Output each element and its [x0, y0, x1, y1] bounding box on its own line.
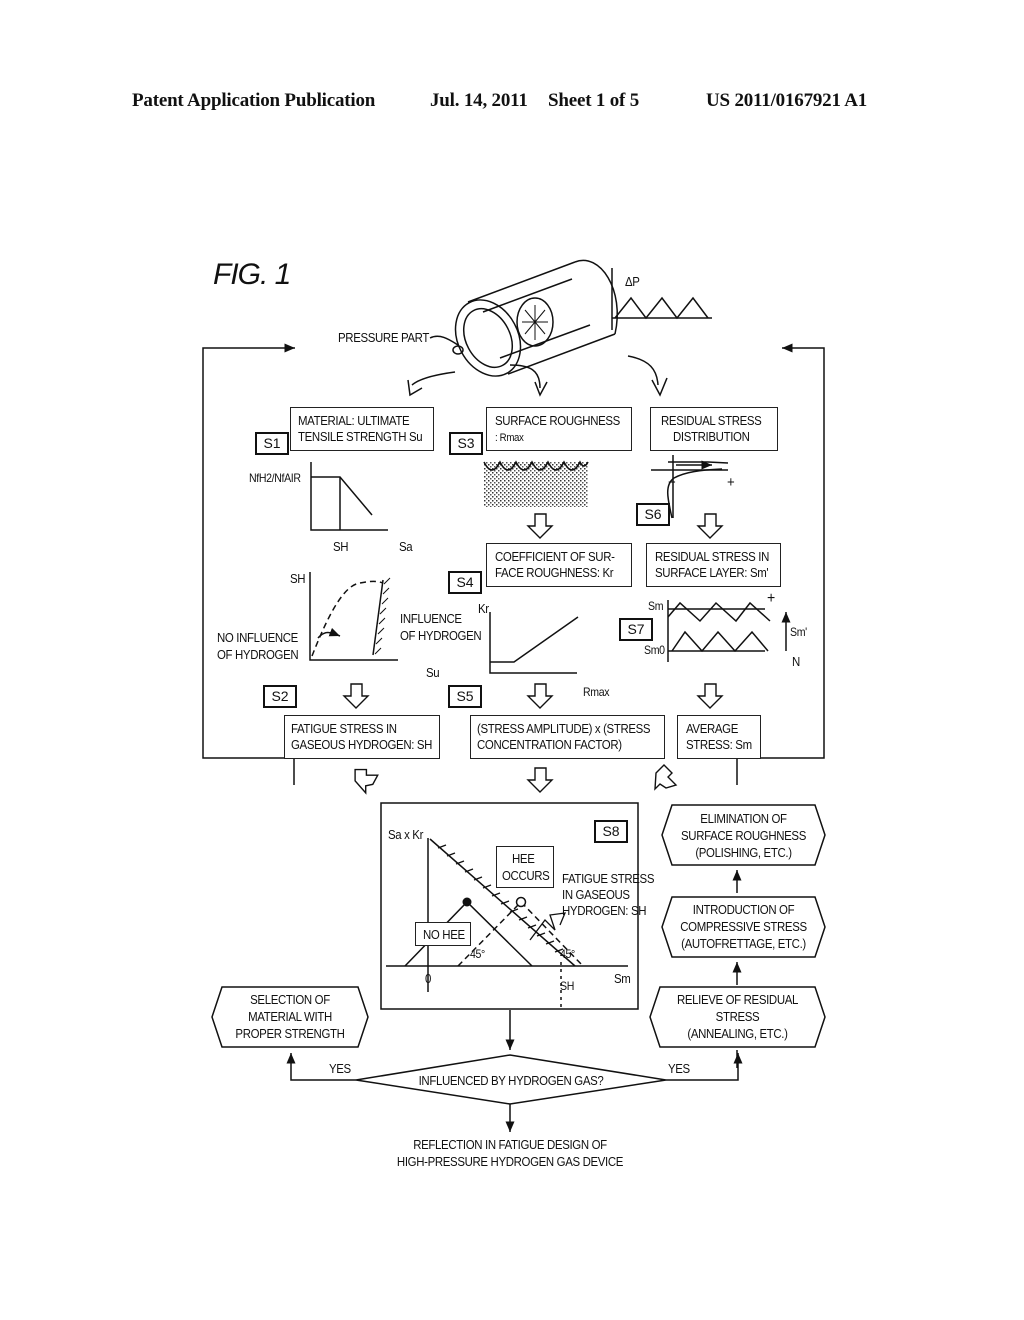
fatigue-label-line2: IN GASEOUS	[562, 887, 630, 902]
hee-occurs-line1: HEE	[512, 851, 535, 866]
left-feedback-line	[202, 343, 295, 785]
hee-point	[515, 896, 527, 908]
step-s7: S7	[619, 618, 653, 641]
fatigue-line2: GASEOUS HYDROGEN: SH	[291, 737, 433, 752]
introduction-line1: INTRODUCTION OF	[692, 902, 795, 917]
selection-line3: PROPER STRENGTH	[235, 1026, 345, 1041]
fatigue-line1: FATIGUE STRESS IN	[291, 721, 397, 736]
coeff-line2: FACE ROUGHNESS: Kr	[495, 565, 614, 580]
s2-xlabel: Su	[426, 665, 440, 680]
surface-roughness-box: SURFACE ROUGHNESS : Rmax	[486, 407, 632, 451]
average-line1: AVERAGE	[686, 721, 739, 736]
s4-graph	[489, 612, 579, 674]
no-hee-label: NO HEE	[423, 927, 465, 942]
step-s6: S6	[636, 503, 670, 526]
result-line1: REFLECTION IN FATIGUE DESIGN OF	[413, 1137, 607, 1152]
step-s8: S8	[594, 820, 628, 843]
relieve-line1: RELIEVE OF RESIDUAL	[676, 992, 799, 1007]
amplitude-box: (STRESS AMPLITUDE) x (STRESS CONCENTRATI…	[470, 715, 665, 759]
no-influence-line2: OF HYDROGEN	[217, 647, 299, 662]
residual-line1: RESIDUAL STRESS	[661, 413, 762, 428]
residual-line2: DISTRIBUTION	[673, 429, 750, 444]
diagram-lines	[202, 259, 826, 1132]
elimination-line1: ELIMINATION OF	[700, 811, 787, 826]
s2-graph	[309, 572, 398, 661]
surface-line1: SURFACE ROUGHNESS	[495, 413, 620, 428]
s7-sm-prime: Sm'	[790, 625, 807, 639]
hee-occurs-line2: OCCURS	[502, 868, 550, 883]
s7-graph	[667, 600, 791, 662]
material-line2: TENSILE STRENGTH Su	[298, 429, 423, 444]
no-influence-line1: NO INFLUENCE	[217, 630, 298, 645]
angle-label-2: 45°	[560, 947, 575, 961]
s8-sh: SH	[560, 979, 574, 993]
s1-x-mark: SH	[333, 539, 349, 554]
average-stress-box: AVERAGE STRESS: Sm	[677, 715, 761, 759]
elimination-line2: SURFACE ROUGHNESS	[681, 828, 806, 843]
hee-occurs-box: HEE OCCURS	[496, 846, 554, 888]
step-s4: S4	[448, 571, 482, 594]
s6-minus: −	[668, 474, 676, 491]
average-line2: STRESS: Sm	[686, 737, 752, 752]
selection-line2: MATERIAL WITH	[248, 1009, 332, 1024]
angle-label-1: 45°	[470, 947, 485, 961]
pressure-part-label: PRESSURE PART	[338, 330, 429, 345]
s7-sm0: Sm0	[644, 643, 665, 657]
surface-line2: : Rmax	[495, 432, 524, 444]
s4-ylabel: Kr	[478, 601, 489, 616]
selection-line1: SELECTION OF	[250, 992, 330, 1007]
yes-left-label: YES	[329, 1061, 351, 1076]
step-s2: S2	[263, 685, 297, 708]
pressure-part-cylinder	[429, 259, 618, 377]
step-s5: S5	[448, 685, 482, 708]
fatigue-label-line1: FATIGUE STRESS	[562, 871, 655, 886]
step-s3: S3	[449, 432, 483, 455]
s7-n: N	[792, 654, 800, 669]
no-hee-box: NO HEE	[415, 922, 471, 946]
residual-surface-line2: SURFACE LAYER: Sm'	[655, 565, 769, 580]
material-line1: MATERIAL: ULTIMATE	[298, 413, 410, 428]
delta-p-label: ΔP	[625, 274, 640, 289]
s8-origin: 0	[425, 971, 432, 986]
residual-surface-box: RESIDUAL STRESS IN SURFACE LAYER: Sm'	[646, 543, 781, 587]
fatigue-stress-box: FATIGUE STRESS IN GASEOUS HYDROGEN: SH	[284, 715, 440, 759]
coeff-line1: COEFFICIENT OF SUR-	[495, 549, 615, 564]
coefficient-box: COEFFICIENT OF SUR- FACE ROUGHNESS: Kr	[486, 543, 632, 587]
s6-plus: +	[727, 474, 735, 491]
amplitude-line2: CONCENTRATION FACTOR)	[477, 737, 622, 752]
influence-line1: INFLUENCE	[400, 611, 462, 626]
yes-right-label: YES	[668, 1061, 690, 1076]
relieve-line3: (ANNEALING, ETC.)	[687, 1026, 788, 1041]
s2-ylabel: SH	[290, 571, 306, 586]
residual-surface-line1: RESIDUAL STRESS IN	[655, 549, 770, 564]
s7-sm: Sm	[648, 599, 664, 613]
fatigue-label-line3: HYDROGEN: SH	[562, 903, 647, 918]
s8-ylabel: Sa x Kr	[388, 827, 424, 842]
introduction-line2: COMPRESSIVE STRESS	[680, 919, 807, 934]
no-hee-point	[462, 897, 472, 907]
s1-ylabel: NfH2/NfAIR	[249, 471, 301, 485]
step-s1: S1	[255, 432, 289, 455]
amplitude-line1: (STRESS AMPLITUDE) x (STRESS	[477, 721, 651, 736]
s8-xlabel: Sm	[614, 971, 631, 986]
relieve-line2: STRESS	[715, 1009, 760, 1024]
s1-xlabel: Sa	[399, 539, 413, 554]
s7-plus: +	[767, 590, 775, 607]
elimination-line3: (POLISHING, ETC.)	[695, 845, 792, 860]
introduction-line3: (AUTOFRETTAGE, ETC.)	[681, 936, 806, 951]
decision-question: INFLUENCED BY HYDROGEN GAS?	[418, 1073, 604, 1088]
s4-xlabel: Rmax	[583, 685, 610, 699]
influence-line2: OF HYDROGEN	[400, 628, 482, 643]
material-box: MATERIAL: ULTIMATE TENSILE STRENGTH Su	[290, 407, 434, 451]
residual-distribution-box: RESIDUAL STRESS DISTRIBUTION	[650, 407, 778, 451]
s1-graph	[310, 462, 388, 531]
result-line2: HIGH-PRESSURE HYDROGEN GAS DEVICE	[396, 1154, 624, 1169]
